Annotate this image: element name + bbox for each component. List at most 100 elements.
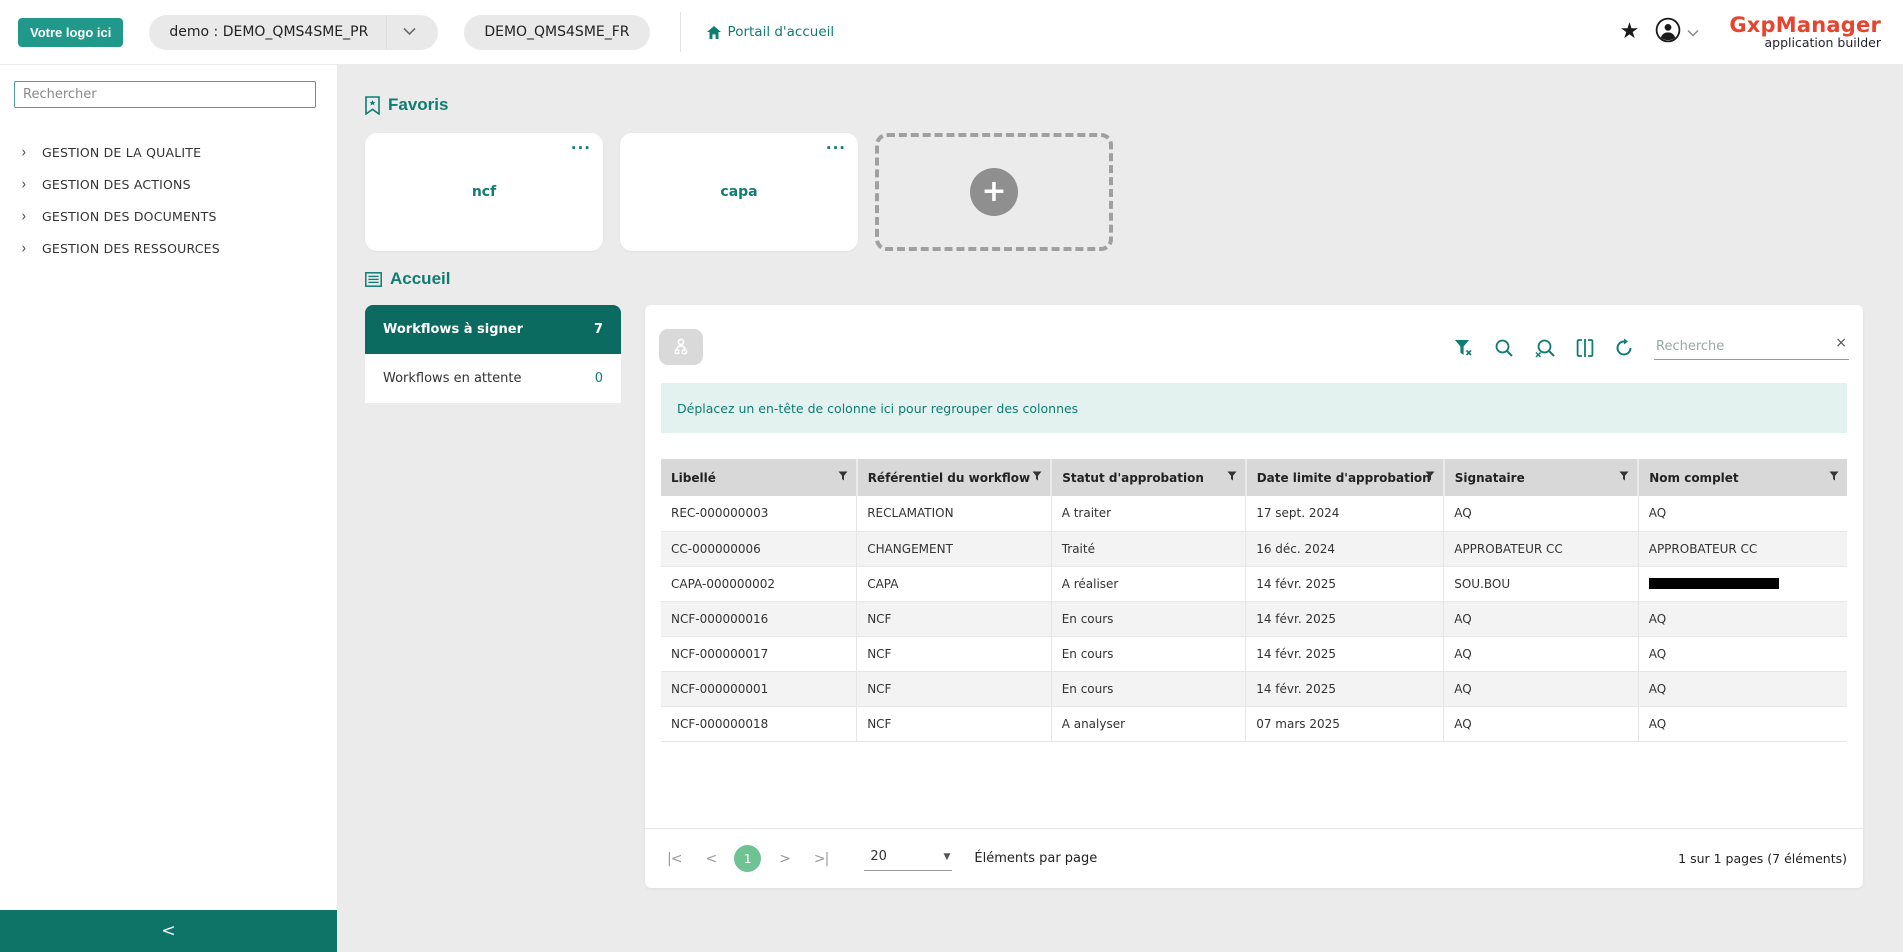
brand-tagline: application builder <box>1729 36 1881 49</box>
filter-funnel-icon[interactable] <box>838 470 848 484</box>
sidebar-search-input[interactable] <box>14 81 316 108</box>
pager-summary: 1 sur 1 pages (7 éléments) <box>1678 851 1847 866</box>
plus-icon: + <box>970 168 1018 216</box>
topbar-divider <box>680 12 681 52</box>
add-favorite-button[interactable]: + <box>875 133 1113 251</box>
sidebar-menu: › GESTION DE LA QUALITE › GESTION DES AC… <box>0 136 337 264</box>
favorites-section-header: Favoris <box>365 95 448 115</box>
sidebar-item-gestion-actions[interactable]: › GESTION DES ACTIONS <box>0 168 337 200</box>
sidebar-item-label: GESTION DE LA QUALITE <box>42 145 201 160</box>
search-panel-icon[interactable] <box>1494 338 1514 358</box>
topbar-right: ★ GxpManager application builder <box>1620 14 1881 49</box>
sidebar-item-label: GESTION DES DOCUMENTS <box>42 209 217 224</box>
page-size-select[interactable]: 20 ▼ <box>864 846 952 871</box>
filter-funnel-icon[interactable] <box>1619 470 1629 484</box>
list-icon <box>365 272 382 287</box>
last-page-button[interactable]: >| <box>808 851 834 867</box>
favorites-star-icon[interactable]: ★ <box>1620 21 1640 43</box>
table-row[interactable]: CAPA-000000002CAPA A réaliser14 févr. 20… <box>661 566 1847 601</box>
sidebar: › GESTION DE LA QUALITE › GESTION DES AC… <box>0 65 337 952</box>
card-menu-icon[interactable]: ... <box>571 135 591 153</box>
tab-count-badge: 0 <box>595 371 603 386</box>
column-header-libelle[interactable]: Libellé <box>661 459 857 496</box>
group-by-hint: Déplacez un en-tête de colonne ici pour … <box>677 401 1078 416</box>
group-by-band[interactable]: Déplacez un en-tête de colonne ici pour … <box>661 383 1847 433</box>
chevron-right-icon: › <box>14 143 34 161</box>
table-row[interactable]: NCF-000000016NCF En cours14 févr. 2025 A… <box>661 601 1847 636</box>
home-title: Accueil <box>390 269 450 289</box>
table-row[interactable]: NCF-000000001NCF En cours14 févr. 2025 A… <box>661 671 1847 706</box>
user-avatar-icon <box>1655 17 1681 47</box>
first-page-button[interactable]: |< <box>661 851 687 867</box>
column-header-signataire[interactable]: Signataire <box>1444 459 1639 496</box>
favorite-card-ncf[interactable]: ... ncf <box>365 133 603 251</box>
chevron-left-icon: < <box>161 921 175 941</box>
column-header-statut[interactable]: Statut d'approbation <box>1051 459 1246 496</box>
home-icon <box>707 26 721 39</box>
clear-search-x-icon[interactable]: × <box>1835 335 1847 351</box>
table-row[interactable]: NCF-000000017NCF En cours14 févr. 2025 A… <box>661 636 1847 671</box>
clear-filter-icon[interactable] <box>1454 339 1474 357</box>
chevron-down-icon[interactable] <box>387 25 418 40</box>
column-header-nom-complet[interactable]: Nom complet <box>1638 459 1847 496</box>
logo-button[interactable]: Votre logo ici <box>18 18 123 47</box>
user-workflow-icon <box>671 337 691 357</box>
sidebar-item-gestion-ressources[interactable]: › GESTION DES RESSOURCES <box>0 232 337 264</box>
chevron-right-icon: › <box>14 175 34 193</box>
refresh-icon[interactable] <box>1614 338 1634 358</box>
redacted-value <box>1649 578 1779 589</box>
user-menu[interactable] <box>1655 17 1699 47</box>
filter-funnel-icon[interactable] <box>1829 470 1839 484</box>
tab-label: Workflows en attente <box>383 371 521 386</box>
column-header-date-limite[interactable]: Date limite d'approbation <box>1246 459 1444 496</box>
brand-name: GxpManager <box>1729 14 1881 36</box>
topbar: Votre logo ici demo : DEMO_QMS4SME_PR DE… <box>0 0 1903 65</box>
tab-workflows-a-signer[interactable]: Workflows à signer 7 <box>365 305 621 354</box>
column-chooser-icon[interactable] <box>1576 338 1594 358</box>
table-row[interactable]: REC-000000003RECLAMATION A traiter17 sep… <box>661 496 1847 531</box>
sidebar-item-gestion-qualite[interactable]: › GESTION DE LA QUALITE <box>0 136 337 168</box>
table-row[interactable]: CC-000000006CHANGEMENT Traité16 déc. 202… <box>661 531 1847 566</box>
main-content: Favoris ... ncf ... capa + Accueil Wor <box>337 65 1903 952</box>
filter-funnel-icon[interactable] <box>1227 470 1237 484</box>
workflows-table: Libellé Référentiel du workflow Statut d… <box>661 459 1847 742</box>
grid-search-input[interactable] <box>1654 337 1849 360</box>
brand-logo: GxpManager application builder <box>1729 14 1881 49</box>
prev-page-button[interactable]: < <box>699 851 722 867</box>
grid-search: × <box>1654 335 1849 360</box>
workflows-grid-panel: × Déplacez un en-tête de colonne ici pou… <box>645 305 1863 888</box>
environment-selector[interactable]: demo : DEMO_QMS4SME_PR <box>149 15 438 50</box>
items-per-page-label: Éléments par page <box>974 851 1097 866</box>
favorites-cards: ... ncf ... capa + <box>365 133 1113 251</box>
chevron-right-icon: › <box>14 207 34 225</box>
next-page-button[interactable]: > <box>773 851 796 867</box>
table-header-row: Libellé Référentiel du workflow Statut d… <box>661 459 1847 496</box>
sidebar-collapse-button[interactable]: < <box>0 910 337 952</box>
grid-toolbar-icons: × <box>1454 335 1849 360</box>
tab-count-badge: 7 <box>594 322 603 337</box>
filter-funnel-icon[interactable] <box>1032 470 1042 484</box>
environment-tab[interactable]: DEMO_QMS4SME_FR <box>464 15 649 50</box>
chevron-down-icon <box>1687 22 1699 41</box>
portal-home-label: Portail d'accueil <box>728 24 835 40</box>
table-row[interactable]: NCF-000000018NCF A analyser07 mars 2025 … <box>661 706 1847 741</box>
caret-down-icon: ▼ <box>943 852 950 862</box>
favorite-card-label: ncf <box>365 184 603 200</box>
card-menu-icon[interactable]: ... <box>826 135 846 153</box>
favorites-title: Favoris <box>388 95 448 115</box>
tab-workflows-en-attente[interactable]: Workflows en attente 0 <box>365 354 621 403</box>
filter-funnel-icon[interactable] <box>1425 470 1435 484</box>
sidebar-item-gestion-documents[interactable]: › GESTION DES DOCUMENTS <box>0 200 337 232</box>
favorite-card-capa[interactable]: ... capa <box>620 133 858 251</box>
pager: |< < 1 > >| <box>661 845 834 872</box>
grid-toolbar: × <box>645 305 1863 369</box>
chevron-right-icon: › <box>14 239 34 257</box>
column-header-referentiel[interactable]: Référentiel du workflow <box>857 459 1052 496</box>
current-page-button[interactable]: 1 <box>734 845 761 872</box>
favorite-card-label: capa <box>620 184 858 200</box>
assign-user-button[interactable] <box>659 329 703 365</box>
portal-home-link[interactable]: Portail d'accueil <box>707 24 835 40</box>
clear-search-icon[interactable] <box>1534 338 1556 358</box>
home-section-header: Accueil <box>365 269 450 289</box>
bookmark-star-icon <box>365 96 380 115</box>
